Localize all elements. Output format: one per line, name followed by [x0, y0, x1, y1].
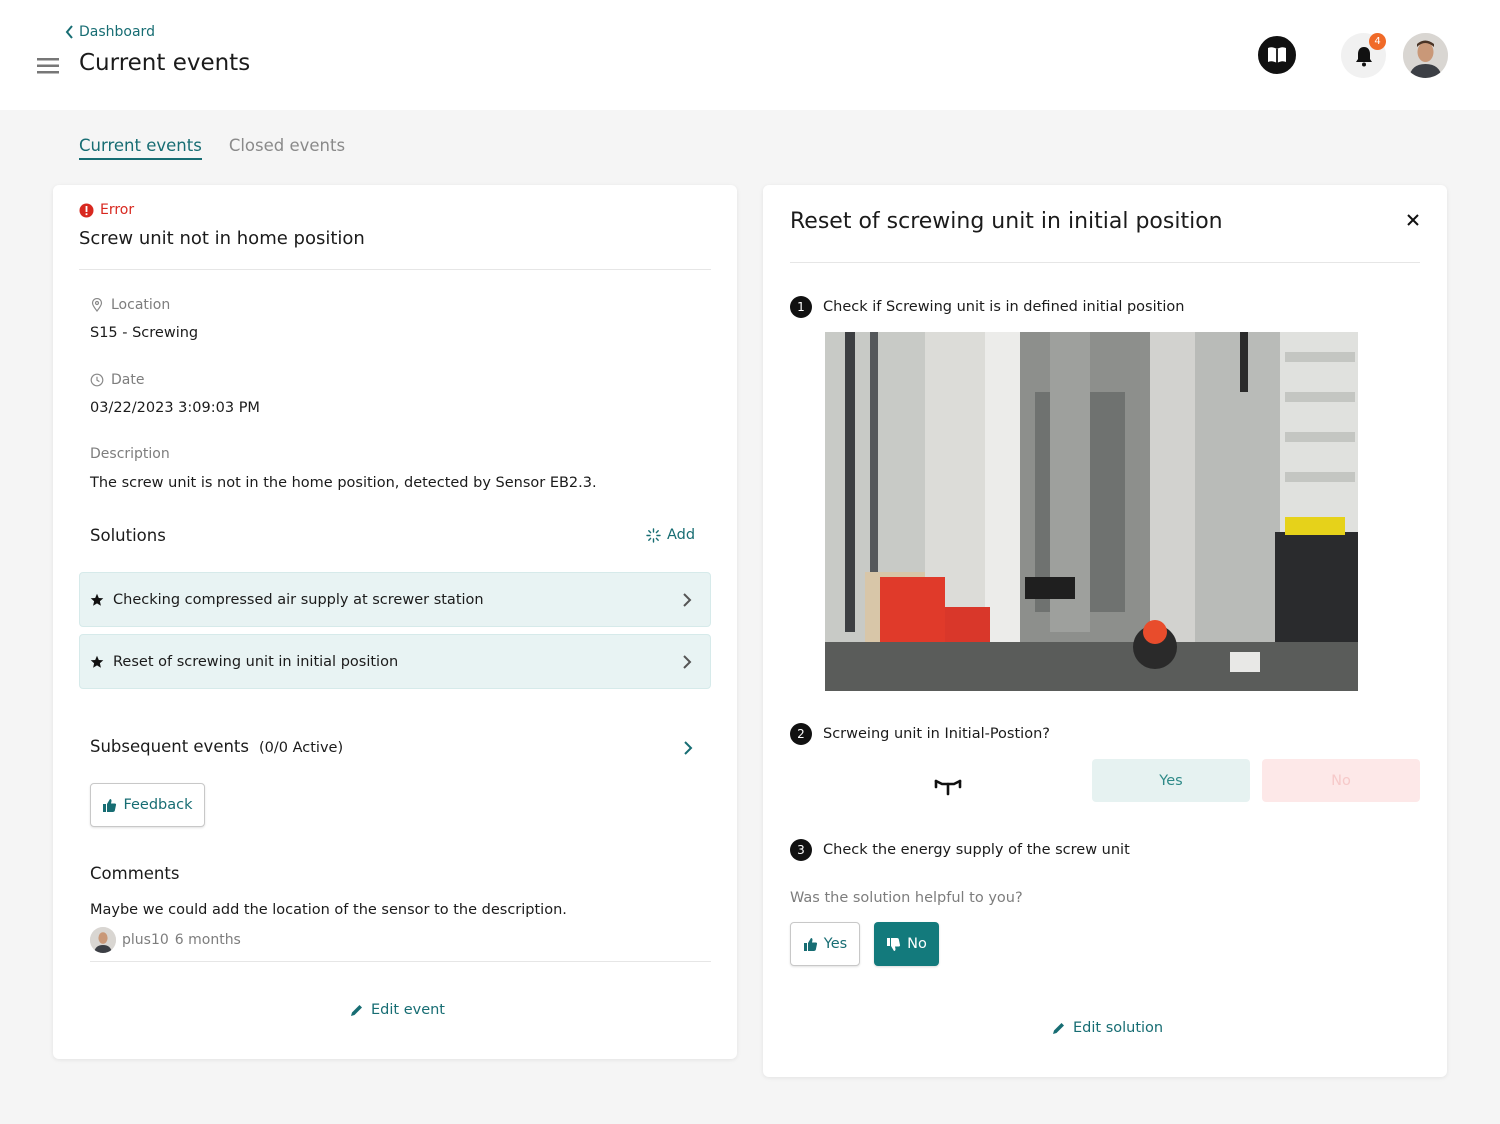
star-icon [90, 593, 104, 606]
solution-item[interactable]: Checking compressed air supply at screwe… [79, 572, 711, 627]
date-label: Date [90, 372, 144, 388]
step-yes-button[interactable]: Yes [1092, 759, 1250, 802]
comments-heading: Comments [90, 864, 180, 883]
solution-label: Checking compressed air supply at screwe… [113, 591, 484, 608]
add-solution-button[interactable]: Add [646, 527, 695, 543]
step-number: 3 [790, 839, 812, 861]
branch-icon [934, 779, 962, 796]
chevron-left-icon [65, 25, 73, 39]
comment-meta: plus10 6 months [90, 927, 241, 953]
subsequent-events-row: Subsequent events (0/0 Active) [90, 737, 343, 756]
hamburger-menu-icon[interactable] [37, 57, 59, 75]
solution-item[interactable]: Reset of screwing unit in initial positi… [79, 634, 711, 689]
page-title: Current events [79, 50, 251, 76]
divider [790, 262, 1420, 263]
feedback-label: Feedback [123, 797, 193, 813]
add-solution-label: Add [667, 527, 696, 543]
comment-text: Maybe we could add the location of the s… [90, 902, 567, 918]
error-icon [79, 203, 94, 217]
helpful-question: Was the solution helpful to you? [790, 890, 1023, 906]
back-link-label: Dashboard [79, 24, 155, 40]
solutions-heading: Solutions [90, 526, 166, 545]
step-text: Check the energy supply of the screw uni… [823, 842, 1130, 858]
event-title: Screw unit not in home position [79, 228, 365, 249]
close-icon[interactable] [1406, 213, 1420, 227]
star-icon [90, 655, 104, 668]
manual-button[interactable] [1258, 36, 1296, 74]
comment-author: plus10 [122, 932, 169, 948]
severity-label: Error [100, 202, 135, 218]
pencil-icon [351, 1005, 362, 1016]
helpful-yes-label: Yes [823, 936, 848, 952]
solution-title: Reset of screwing unit in initial positi… [790, 209, 1223, 234]
subsequent-events-count: (0/0 Active) [259, 740, 344, 756]
location-value: S15 - Screwing [90, 325, 199, 341]
severity-indicator: Error [79, 202, 134, 218]
back-to-dashboard-link[interactable]: Dashboard [64, 24, 155, 40]
divider [90, 961, 711, 962]
edit-event-label: Edit event [371, 1002, 445, 1018]
edit-solution-label: Edit solution [1073, 1020, 1164, 1036]
thumbs-down-icon [887, 937, 901, 951]
event-detail-card: Error Screw unit not in home position Lo… [53, 185, 737, 1059]
thumbs-up-icon [103, 798, 117, 812]
book-icon [1268, 47, 1286, 63]
feedback-button[interactable]: Feedback [90, 783, 205, 827]
chevron-right-icon [683, 655, 692, 669]
description-label: Description [90, 446, 170, 462]
sparkle-icon [646, 527, 661, 543]
step-number: 1 [790, 296, 812, 318]
chevron-right-icon[interactable] [683, 740, 693, 756]
step-no-button[interactable]: No [1262, 759, 1420, 802]
pencil-icon [1053, 1023, 1064, 1034]
date-value: 03/22/2023 3:09:03 PM [90, 400, 260, 416]
location-label: Location [90, 297, 170, 313]
step-number: 2 [790, 723, 812, 745]
tab-current-events[interactable]: Current events [79, 136, 202, 160]
edit-event-button[interactable]: Edit event [350, 1002, 445, 1018]
helpful-yes-button[interactable]: Yes [790, 922, 860, 966]
edit-solution-button[interactable]: Edit solution [1052, 1020, 1163, 1036]
thumbs-up-icon [803, 937, 817, 951]
step-photo [825, 332, 1358, 691]
commenter-photo [90, 927, 116, 953]
clock-icon [90, 373, 104, 387]
step-3: 3 Check the energy supply of the screw u… [790, 839, 1130, 861]
notification-badge: 4 [1369, 33, 1386, 50]
bell-icon [1355, 46, 1372, 66]
subsequent-events-heading: Subsequent events [90, 737, 249, 756]
tab-closed-events[interactable]: Closed events [229, 136, 345, 160]
event-tabs: Current events Closed events [79, 136, 345, 160]
solution-detail-card: Reset of screwing unit in initial positi… [763, 185, 1447, 1077]
top-bar: Dashboard Current events 4 [0, 0, 1500, 110]
avatar [90, 927, 116, 953]
user-avatar[interactable] [1403, 33, 1448, 78]
comment-age: 6 months [174, 932, 241, 948]
solution-label: Reset of screwing unit in initial positi… [113, 653, 399, 670]
machine-photo [825, 332, 1358, 691]
description-value: The screw unit is not in the home positi… [90, 475, 597, 491]
chevron-right-icon [683, 593, 692, 607]
step-text: Check if Screwing unit is in defined ini… [823, 299, 1185, 315]
step-2: 2 Scrweing unit in Initial-Postion? [790, 723, 1050, 745]
step-text: Scrweing unit in Initial-Postion? [823, 726, 1050, 742]
user-photo [1403, 33, 1448, 78]
step-1: 1 Check if Screwing unit is in defined i… [790, 296, 1184, 318]
helpful-no-label: No [907, 936, 927, 952]
helpful-no-button[interactable]: No [874, 922, 939, 966]
map-pin-icon [91, 298, 103, 312]
divider [79, 269, 711, 270]
